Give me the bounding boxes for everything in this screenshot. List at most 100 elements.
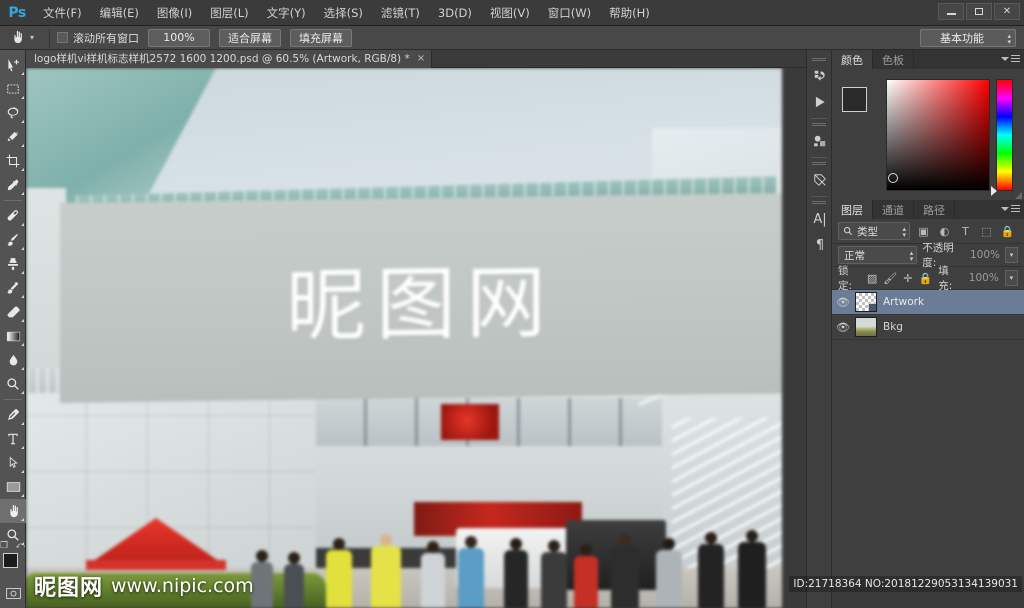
tab-paths[interactable]: 路径 xyxy=(914,200,955,219)
tab-channels[interactable]: 通道 xyxy=(873,200,914,219)
workspace-selector[interactable]: 基本功能 ▴▾ xyxy=(920,29,1016,47)
dock-grip-handle[interactable] xyxy=(812,57,826,61)
fit-screen-button[interactable]: 适合屏幕 xyxy=(219,29,281,47)
color-picker-field[interactable] xyxy=(886,79,990,191)
gradient-tool[interactable] xyxy=(0,324,26,348)
dodge-tool[interactable] xyxy=(0,372,26,396)
menu-view[interactable]: 视图(V) xyxy=(481,0,539,26)
layer-thumbnail xyxy=(855,292,877,312)
dock-grip-handle[interactable] xyxy=(812,200,826,204)
lock-transparent-pixels-icon[interactable]: ▨ xyxy=(867,272,877,285)
menu-help[interactable]: 帮助(H) xyxy=(600,0,659,26)
move-tool[interactable] xyxy=(0,53,26,77)
cp-foreground-swatch[interactable] xyxy=(842,87,867,112)
layers-list-empty-space xyxy=(832,340,1024,580)
clone-stamp-tool[interactable] xyxy=(0,252,26,276)
eraser-tool[interactable] xyxy=(0,300,26,324)
opacity-stepper[interactable]: ▾ xyxy=(1005,247,1018,263)
hue-slider[interactable] xyxy=(996,79,1013,191)
tab-color[interactable]: 颜色 xyxy=(832,50,873,69)
tab-close-icon[interactable]: × xyxy=(417,53,425,64)
paragraph-panel-icon[interactable]: ¶ xyxy=(807,232,833,258)
layer-row-artwork[interactable]: 👁 Artwork xyxy=(832,290,1024,315)
fill-value[interactable]: 100% xyxy=(967,270,999,286)
filter-shape-icon[interactable]: ⬚ xyxy=(979,225,994,238)
hand-tool-icon[interactable] xyxy=(4,27,30,49)
menu-filter[interactable]: 滤镜(T) xyxy=(372,0,429,26)
history-panel-icon[interactable] xyxy=(807,63,833,89)
brush-tool[interactable] xyxy=(0,228,26,252)
color-panel-swatches[interactable] xyxy=(842,87,880,125)
color-swatches[interactable]: ❐ ⤺ xyxy=(0,551,26,581)
swap-colors-icon[interactable]: ⤺ xyxy=(15,541,25,551)
color-panel-menu-icon[interactable] xyxy=(1001,54,1020,64)
rectangle-tool[interactable] xyxy=(0,475,26,499)
menu-file[interactable]: 文件(F) xyxy=(34,0,91,26)
crowd-person-head xyxy=(380,534,392,546)
menu-3d[interactable]: 3D(D) xyxy=(429,0,481,26)
tab-layers[interactable]: 图层 xyxy=(832,200,873,219)
foreground-color-swatch[interactable] xyxy=(3,553,18,568)
layer-visibility-icon[interactable]: 👁 xyxy=(836,296,849,309)
maximize-button[interactable] xyxy=(966,3,992,20)
filter-smart-object-icon[interactable]: 🔒 xyxy=(1000,225,1015,238)
blur-tool[interactable] xyxy=(0,348,26,372)
dock-grip-handle[interactable] xyxy=(812,161,826,165)
quick-selection-tool[interactable] xyxy=(0,125,26,149)
styles-panel-icon[interactable] xyxy=(807,167,833,193)
tool-divider xyxy=(4,200,22,201)
layer-visibility-icon[interactable]: 👁 xyxy=(836,321,849,334)
blend-opacity-row: 正常 ▴▾ 不透明度: 100% ▾ xyxy=(832,244,1024,267)
tool-preset-chevron-down-icon[interactable]: ▾ xyxy=(30,33,34,42)
canvas[interactable]: 昵图网 xyxy=(26,68,806,608)
crowd-person xyxy=(738,542,766,608)
panel-resize-grip[interactable] xyxy=(1015,192,1022,199)
adjustments-panel-icon[interactable] xyxy=(807,128,833,154)
actions-panel-icon[interactable] xyxy=(807,89,833,115)
eyedropper-tool[interactable] xyxy=(0,173,26,197)
crowd-person-head xyxy=(705,532,717,544)
document-tab[interactable]: logo样机vi样机标志样机2572 1600 1200.psd @ 60.5%… xyxy=(26,50,432,68)
default-colors-icon[interactable]: ❐ xyxy=(0,541,8,551)
healing-brush-tool[interactable] xyxy=(0,204,26,228)
menu-window[interactable]: 窗口(W) xyxy=(539,0,600,26)
history-brush-tool[interactable] xyxy=(0,276,26,300)
crop-tool[interactable] xyxy=(0,149,26,173)
dock-separator xyxy=(811,118,827,119)
dock-grip-handle[interactable] xyxy=(812,122,826,126)
actual-pixels-button[interactable]: 100% xyxy=(148,29,210,47)
window-controls: ✕ xyxy=(938,3,1020,20)
close-icon[interactable]: ✕ xyxy=(994,3,1020,20)
fill-stepper[interactable]: ▾ xyxy=(1005,270,1018,286)
marquee-tool[interactable] xyxy=(0,77,26,101)
checkbox-box[interactable] xyxy=(57,32,68,43)
layers-panel-menu-icon[interactable] xyxy=(1001,204,1020,214)
menu-select[interactable]: 选择(S) xyxy=(315,0,372,26)
menu-type[interactable]: 文字(Y) xyxy=(258,0,315,26)
menu-image[interactable]: 图像(I) xyxy=(148,0,201,26)
filter-adjustment-icon[interactable]: ◐ xyxy=(937,225,952,238)
path-selection-tool[interactable] xyxy=(0,451,26,475)
opacity-value[interactable]: 100% xyxy=(969,247,1000,263)
filter-type-icon[interactable]: T xyxy=(958,225,973,238)
tab-swatches[interactable]: 色板 xyxy=(873,50,914,69)
layer-filter-kind-select[interactable]: 类型 ▴▾ xyxy=(838,222,910,240)
type-tool[interactable] xyxy=(0,427,26,451)
fill-screen-button[interactable]: 填充屏幕 xyxy=(290,29,352,47)
menu-layer[interactable]: 图层(L) xyxy=(201,0,257,26)
character-panel-icon[interactable]: A| xyxy=(807,206,833,232)
minimize-button[interactable] xyxy=(938,3,964,20)
filter-pixel-icon[interactable]: ▣ xyxy=(916,225,931,238)
lock-position-icon[interactable]: ✛ xyxy=(903,272,912,285)
layer-row-bkg[interactable]: 👁 Bkg xyxy=(832,315,1024,340)
menu-edit[interactable]: 编辑(E) xyxy=(91,0,148,26)
blend-mode-select[interactable]: 正常 ▴▾ xyxy=(838,246,917,264)
lock-image-pixels-icon[interactable]: 🖌 xyxy=(883,272,897,285)
pen-tool[interactable] xyxy=(0,403,26,427)
scroll-all-windows-checkbox[interactable]: 滚动所有窗口 xyxy=(57,30,139,46)
lock-all-icon[interactable]: 🔒 xyxy=(918,272,932,285)
hand-tool[interactable] xyxy=(0,499,26,523)
quick-mask-button[interactable] xyxy=(0,581,26,605)
photo-crowd xyxy=(26,538,782,608)
lasso-tool[interactable] xyxy=(0,101,26,125)
